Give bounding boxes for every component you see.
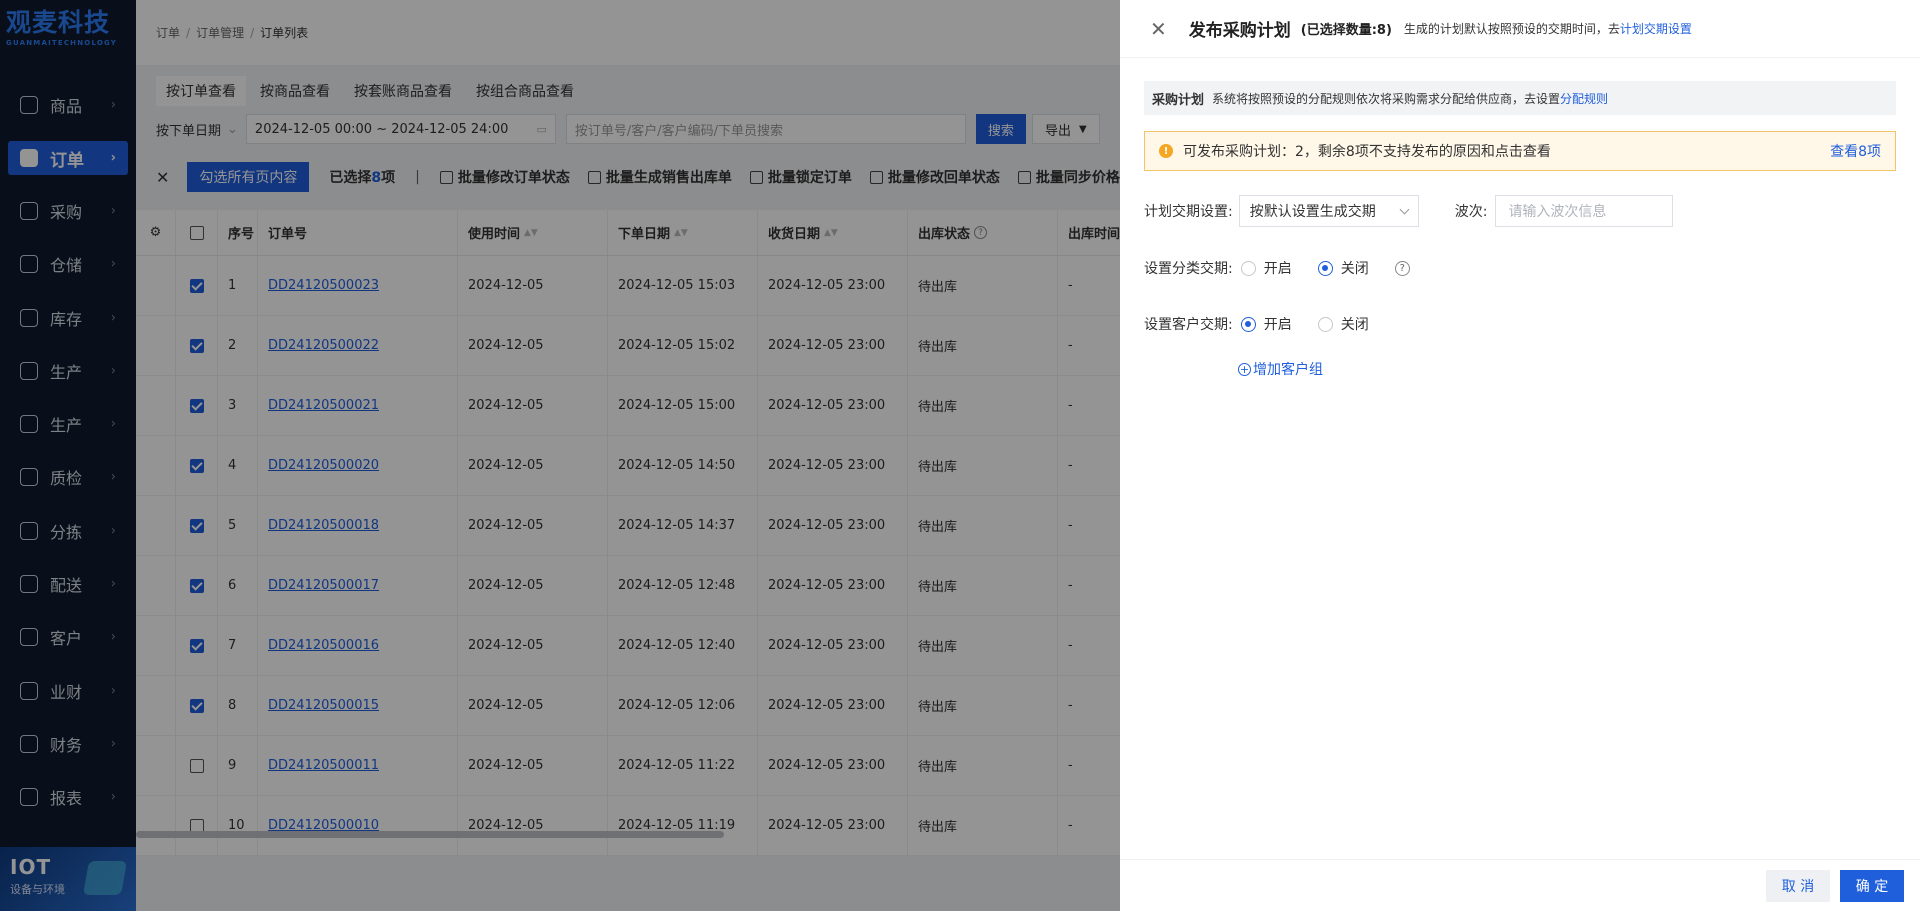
radio bbox=[1317, 260, 1333, 276]
drawer-footer: 取 消 确 定 bbox=[1120, 859, 1920, 911]
section-desc: 系统将按照预设的分配规则依次将采购需求分配给供应商，去设置 bbox=[1212, 91, 1561, 106]
view-items-link[interactable]: 查看8项 bbox=[1830, 141, 1881, 161]
note-text: 生成的计划默认按照预设的交期时间，去 bbox=[1403, 22, 1620, 36]
selected-quantity: (已选择数量:8) bbox=[1300, 23, 1392, 38]
delivery-label: 计划交期设置: bbox=[1144, 204, 1233, 220]
section-title: 采购计划 bbox=[1152, 92, 1205, 108]
customer-on-radio[interactable]: 开启 bbox=[1240, 314, 1292, 334]
warning-text: 可发布采购计划：2，剩余8项不支持发布的原因和点击查看 bbox=[1183, 144, 1551, 160]
delivery-setting-link[interactable]: 计划交期设置 bbox=[1620, 22, 1692, 36]
batch-label: 波次: bbox=[1454, 204, 1488, 220]
publish-purchase-plan-drawer: ✕ 发布采购计划 (已选择数量:8) 生成的计划默认按照预设的交期时间，去计划交… bbox=[1120, 0, 1920, 911]
customer-delivery-row: 设置客户交期: 开启 关闭 bbox=[1144, 314, 1395, 334]
purchase-plan-section: 采购计划 系统将按照预设的分配规则依次将采购需求分配给供应商，去设置 分配规则 bbox=[1144, 81, 1896, 115]
customer-off-radio[interactable]: 关闭 bbox=[1317, 314, 1369, 334]
plus-circle-icon: + bbox=[1238, 362, 1251, 376]
confirm-button[interactable]: 确 定 bbox=[1840, 870, 1904, 902]
modal-overlay[interactable] bbox=[0, 0, 1120, 911]
chevron-down-icon bbox=[1399, 204, 1410, 214]
radio-label: 关闭 bbox=[1340, 317, 1369, 333]
radio bbox=[1240, 316, 1256, 332]
add-group-label: 增加客户组 bbox=[1253, 362, 1323, 378]
radio bbox=[1240, 260, 1256, 276]
radio-label: 开启 bbox=[1263, 317, 1292, 333]
delivery-select[interactable]: 按默认设置生成交期 bbox=[1238, 195, 1419, 227]
drawer-header: ✕ 发布采购计划 (已选择数量:8) 生成的计划默认按照预设的交期时间，去计划交… bbox=[1120, 0, 1920, 58]
cancel-button[interactable]: 取 消 bbox=[1766, 870, 1830, 902]
help-icon[interactable]: ? bbox=[1394, 260, 1410, 276]
warning-icon: ! bbox=[1159, 144, 1173, 158]
drawer-title: 发布采购计划 bbox=[1188, 21, 1291, 41]
close-icon[interactable]: ✕ bbox=[1150, 17, 1167, 41]
customer-delivery-label: 设置客户交期: bbox=[1144, 317, 1233, 333]
delivery-value: 按默认设置生成交期 bbox=[1249, 204, 1376, 220]
category-on-radio[interactable]: 开启 bbox=[1240, 258, 1292, 278]
category-delivery-label: 设置分类交期: bbox=[1144, 261, 1233, 277]
radio bbox=[1317, 316, 1333, 332]
radio-label: 关闭 bbox=[1340, 261, 1369, 277]
batch-input[interactable]: 请输入波次信息 bbox=[1495, 195, 1674, 227]
category-off-radio[interactable]: 关闭 bbox=[1317, 258, 1369, 278]
category-delivery-row: 设置分类交期: 开启 关闭 ? bbox=[1144, 258, 1410, 278]
add-customer-group-button[interactable]: + 增加客户组 bbox=[1238, 359, 1323, 379]
delivery-setting-row: 计划交期设置: 按默认设置生成交期 波次: 请输入波次信息 bbox=[1144, 195, 1674, 227]
allocation-rules-link[interactable]: 分配规则 bbox=[1560, 90, 1608, 107]
radio-label: 开启 bbox=[1263, 261, 1292, 277]
warning-alert: ! 可发布采购计划：2，剩余8项不支持发布的原因和点击查看 查看8项 bbox=[1144, 131, 1896, 171]
drawer-note: 生成的计划默认按照预设的交期时间，去计划交期设置 bbox=[1404, 20, 1692, 37]
